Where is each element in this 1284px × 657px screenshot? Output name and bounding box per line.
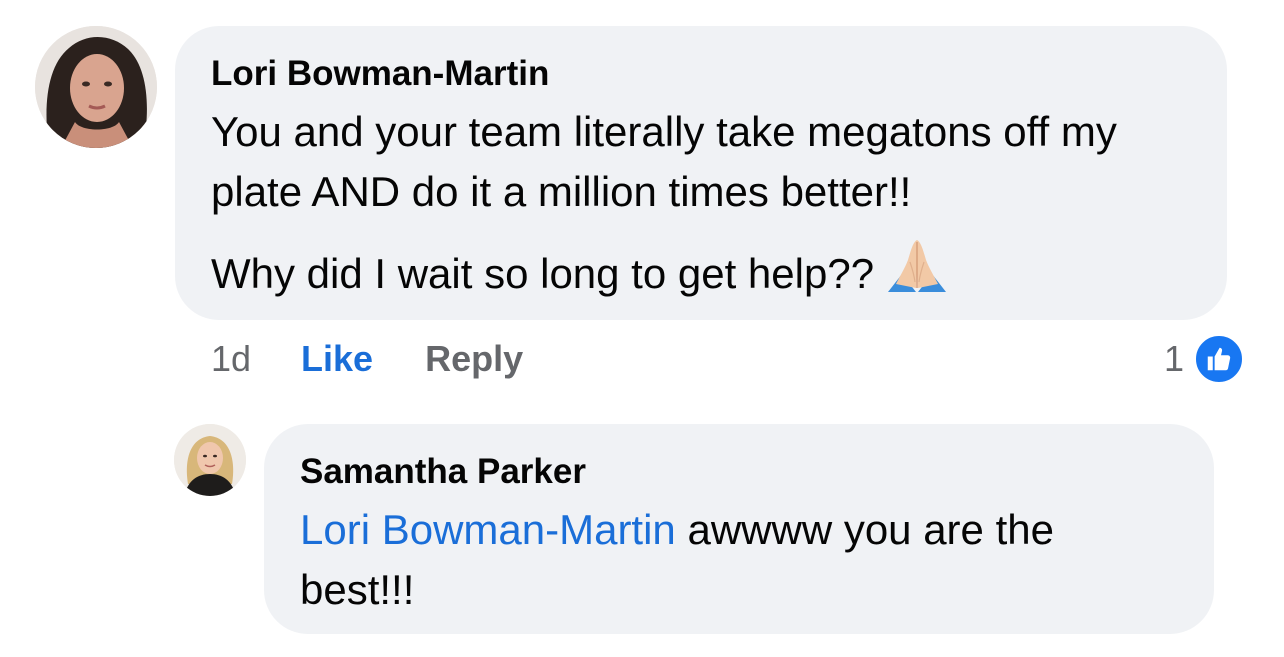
comment-bubble: Lori Bowman-Martin You and your team lit… [175, 26, 1227, 320]
comment-paragraph: You and your team literally take megaton… [211, 108, 1117, 215]
comment-paragraph: Lori Bowman-Martin awwww you are the bes… [300, 500, 1178, 620]
comment-paragraph: Why did I wait so long to get help?? [211, 250, 875, 297]
comment-author[interactable]: Samantha Parker [300, 452, 1178, 492]
reaction-count: 1 [1164, 338, 1185, 379]
mention-link[interactable]: Lori Bowman-Martin [300, 506, 676, 553]
comment-actions: 1d Like Reply [211, 332, 523, 386]
comment-body: Lori Bowman-Martin awwww you are the bes… [300, 500, 1178, 620]
thumbs-up-icon [1194, 334, 1245, 384]
profile-photo-icon [174, 424, 246, 496]
comment-paragraph-with-emoji: Why did I wait so long to get help?? [211, 238, 1191, 304]
comment-thread: Lori Bowman-Martin You and your team lit… [0, 0, 1284, 657]
comment-body: You and your team literally take megaton… [211, 102, 1191, 304]
like-button[interactable]: Like [301, 338, 373, 380]
comment-author[interactable]: Lori Bowman-Martin [211, 54, 1191, 94]
avatar-lori-bowman-martin[interactable] [35, 26, 157, 148]
profile-photo-icon [35, 26, 157, 148]
reply-button[interactable]: Reply [425, 338, 523, 380]
comment-timestamp[interactable]: 1d [211, 338, 251, 380]
reply-bubble: Samantha Parker Lori Bowman-Martin awwww… [264, 424, 1214, 634]
reaction-summary[interactable]: 1 [1164, 332, 1245, 386]
folded-hands-icon [884, 238, 950, 294]
avatar-samantha-parker[interactable] [174, 424, 246, 496]
